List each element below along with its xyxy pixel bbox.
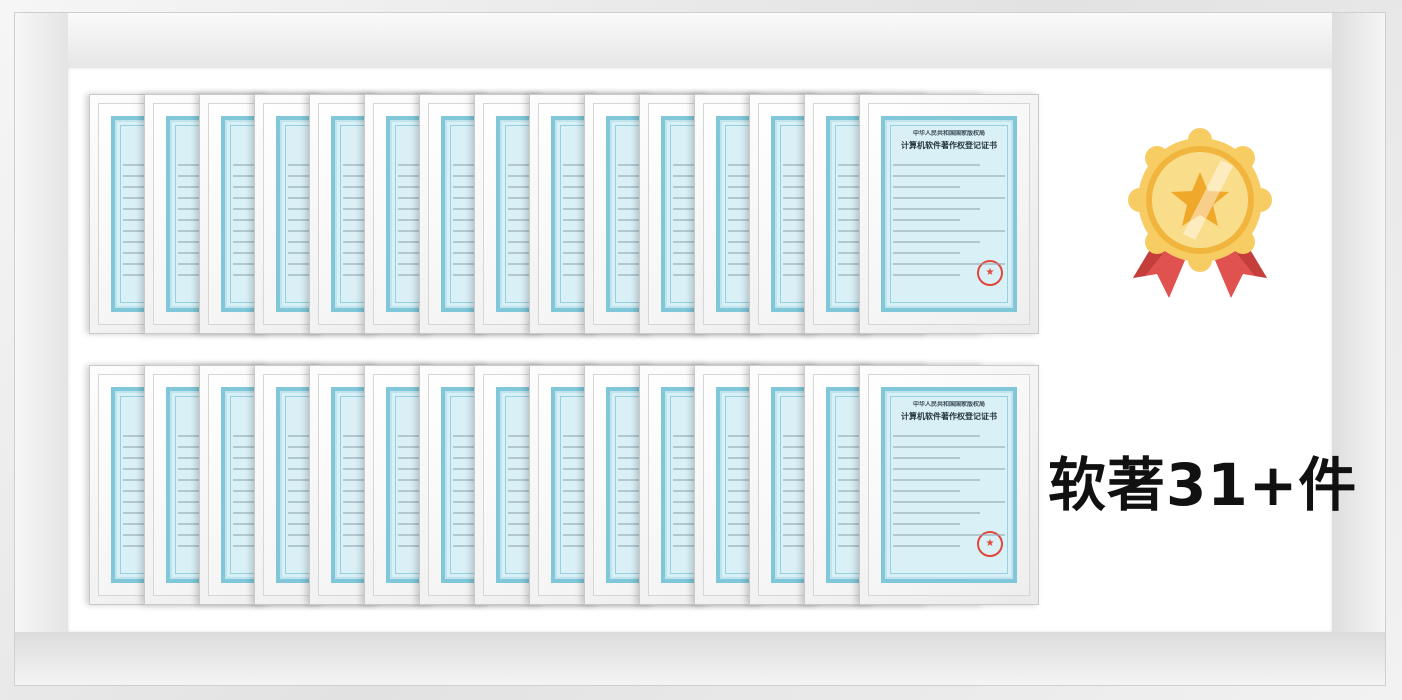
- certificate-count-label: 软著31+件: [1048, 451, 1358, 519]
- certificate-header: 中华人民共和国国家版权局: [912, 401, 985, 408]
- certificate-paper: 中华人民共和国国家版权局 计算机软件著作权登记证书 ★: [881, 387, 1017, 583]
- certificate-text-lines: [893, 164, 1005, 285]
- award-medal-icon: [1128, 128, 1272, 298]
- certificate-text-lines: [893, 435, 1005, 556]
- certificate-mat: 中华人民共和国国家版权局 计算机软件著作权登记证书 ★: [868, 374, 1030, 596]
- certificate-frame: 中华人民共和国国家版权局 计算机软件著作权登记证书 ★: [859, 365, 1039, 605]
- certificate-frame: 中华人民共和国国家版权局 计算机软件著作权登记证书 ★: [859, 94, 1039, 334]
- certificate-row-2: 中华人民共和国国家版权局 计算机软件著作权登记证书 ★: [89, 365, 1044, 605]
- certificate-row-1: 中华人民共和国国家版权局 计算机软件著作权登记证书 ★: [89, 94, 1044, 334]
- certificate-title: 计算机软件著作权登记证书: [901, 140, 997, 150]
- certificate-paper: 中华人民共和国国家版权局 计算机软件著作权登记证书 ★: [881, 116, 1017, 312]
- certificate-title: 计算机软件著作权登记证书: [901, 411, 997, 421]
- certificate-mat: 中华人民共和国国家版权局 计算机软件著作权登记证书 ★: [868, 103, 1030, 325]
- certificate-header: 中华人民共和国国家版权局: [912, 130, 985, 137]
